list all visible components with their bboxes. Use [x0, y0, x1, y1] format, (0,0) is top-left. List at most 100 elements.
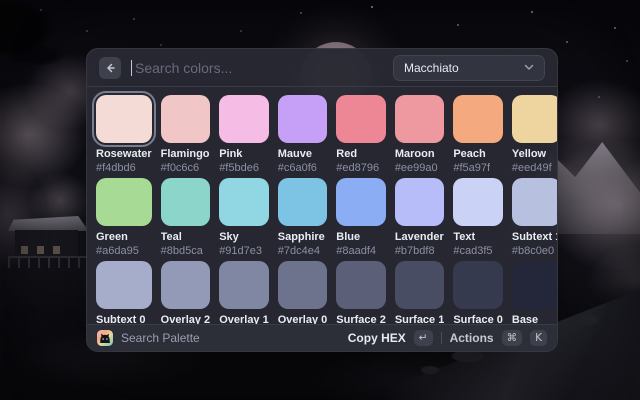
color-swatch[interactable]: [161, 178, 211, 226]
swatch-hex: #f5a97f: [453, 162, 503, 174]
swatch-hex: #b7bdf8: [395, 245, 445, 257]
swatch-hex: #a6da95: [96, 245, 152, 257]
chevron-down-icon: [524, 64, 534, 71]
swatch-cell[interactable]: Subtext 0: [96, 261, 152, 324]
swatch-name: Red: [336, 148, 386, 160]
text-caret: [131, 60, 132, 76]
swatch-name: Mauve: [278, 148, 328, 160]
command-key-icon[interactable]: ⌘: [502, 330, 523, 347]
swatch-cell[interactable]: Green #a6da95: [96, 178, 152, 257]
swatch-hex: #8aadf4: [336, 245, 386, 257]
swatch-name: Sky: [219, 231, 269, 243]
swatch-hex: #7dc4e4: [278, 245, 328, 257]
arrow-left-icon: [104, 62, 116, 74]
color-swatch[interactable]: [219, 178, 269, 226]
swatch-cell[interactable]: Surface 0: [453, 261, 503, 324]
color-swatch[interactable]: [96, 261, 152, 309]
desktop: Macchiato Rosewater #f4dbd6 Flamingo #f0…: [0, 0, 640, 400]
swatch-cell[interactable]: Peach #f5a97f: [453, 95, 503, 174]
swatch-name: Overlay 2: [161, 314, 211, 324]
swatch-name: Maroon: [395, 148, 445, 160]
color-swatch[interactable]: [278, 178, 328, 226]
swatch-cell[interactable]: Teal #8bd5ca: [161, 178, 211, 257]
color-swatch[interactable]: [219, 261, 269, 309]
swatch-name: Surface 2: [336, 314, 386, 324]
color-swatch[interactable]: [395, 178, 445, 226]
k-key[interactable]: K: [530, 330, 547, 347]
swatch-name: Blue: [336, 231, 386, 243]
color-swatch[interactable]: [336, 261, 386, 309]
color-swatch[interactable]: [96, 178, 152, 226]
color-swatch[interactable]: [395, 95, 445, 143]
swatch-name: Rosewater: [96, 148, 152, 160]
swatch-hex: #ed8796: [336, 162, 386, 174]
swatch-cell[interactable]: Surface 1: [395, 261, 445, 324]
swatch-cell[interactable]: Yellow #eed49f: [512, 95, 557, 174]
swatch-name: Surface 1: [395, 314, 445, 324]
swatch-hex: #c6a0f6: [278, 162, 328, 174]
swatch-name: Lavender: [395, 231, 445, 243]
copy-hex-action[interactable]: Copy HEX: [348, 331, 406, 345]
swatch-cell[interactable]: Overlay 1: [219, 261, 269, 324]
swatch-name: Overlay 1: [219, 314, 269, 324]
color-swatch[interactable]: [278, 261, 328, 309]
color-swatch[interactable]: [512, 178, 557, 226]
swatch-hex: #eed49f: [512, 162, 557, 174]
color-swatch[interactable]: [453, 95, 503, 143]
swatch-name: Surface 0: [453, 314, 503, 324]
color-swatch[interactable]: [278, 95, 328, 143]
swatch-cell[interactable]: Sky #91d7e3: [219, 178, 269, 257]
footer-bar: Search Palette Copy HEX ↵ Actions ⌘ K: [87, 324, 557, 351]
color-swatch[interactable]: [512, 95, 557, 143]
color-swatch[interactable]: [336, 178, 386, 226]
color-swatch[interactable]: [453, 261, 503, 309]
swatch-cell[interactable]: Sapphire #7dc4e4: [278, 178, 328, 257]
swatch-cell[interactable]: Overlay 0: [278, 261, 328, 324]
color-swatch[interactable]: [453, 178, 503, 226]
enter-key-icon[interactable]: ↵: [414, 330, 433, 347]
swatch-hex: #ee99a0: [395, 162, 445, 174]
app-name: Search Palette: [121, 331, 200, 345]
swatch-cell[interactable]: Surface 2: [336, 261, 386, 324]
flavor-dropdown[interactable]: Macchiato: [393, 55, 545, 81]
search-input[interactable]: [133, 59, 383, 77]
swatch-hex: #b8c0e0: [512, 245, 557, 257]
swatch-hex: #f5bde6: [219, 162, 269, 174]
color-swatch[interactable]: [96, 95, 152, 143]
swatch-hex: #f4dbd6: [96, 162, 152, 174]
color-swatch[interactable]: [512, 261, 557, 309]
color-swatch[interactable]: [219, 95, 269, 143]
color-swatch[interactable]: [395, 261, 445, 309]
color-swatch[interactable]: [161, 95, 211, 143]
swatch-name: Green: [96, 231, 152, 243]
swatch-hex: #f0c6c6: [161, 162, 211, 174]
swatch-cell[interactable]: Maroon #ee99a0: [395, 95, 445, 174]
back-button[interactable]: [99, 57, 121, 79]
swatch-cell[interactable]: Subtext 1 #b8c0e0: [512, 178, 557, 257]
swatch-cell[interactable]: Pink #f5bde6: [219, 95, 269, 174]
search-bar: Macchiato: [87, 49, 557, 87]
swatch-name: Subtext 0: [96, 314, 152, 324]
swatch-grid: Rosewater #f4dbd6 Flamingo #f0c6c6 Pink …: [87, 87, 557, 324]
color-swatch[interactable]: [336, 95, 386, 143]
swatch-cell[interactable]: Overlay 2: [161, 261, 211, 324]
swatch-hex: #91d7e3: [219, 245, 269, 257]
swatch-cell[interactable]: Text #cad3f5: [453, 178, 503, 257]
swatch-name: Teal: [161, 231, 211, 243]
swatch-cell[interactable]: Base: [512, 261, 557, 324]
swatch-name: Yellow: [512, 148, 557, 160]
swatch-hex: #cad3f5: [453, 245, 503, 257]
swatch-cell[interactable]: Flamingo #f0c6c6: [161, 95, 211, 174]
actions-menu[interactable]: Actions: [450, 331, 494, 345]
swatch-cell[interactable]: Red #ed8796: [336, 95, 386, 174]
swatch-name: Text: [453, 231, 503, 243]
swatch-cell[interactable]: Mauve #c6a0f6: [278, 95, 328, 174]
color-swatch[interactable]: [161, 261, 211, 309]
swatch-cell[interactable]: Lavender #b7bdf8: [395, 178, 445, 257]
swatch-cell[interactable]: Rosewater #f4dbd6: [96, 95, 152, 174]
swatch-cell[interactable]: Blue #8aadf4: [336, 178, 386, 257]
swatch-name: Base: [512, 314, 557, 324]
color-palette-window: Macchiato Rosewater #f4dbd6 Flamingo #f0…: [86, 48, 558, 352]
swatch-name: Overlay 0: [278, 314, 328, 324]
catppuccin-logo-icon: [97, 330, 113, 346]
